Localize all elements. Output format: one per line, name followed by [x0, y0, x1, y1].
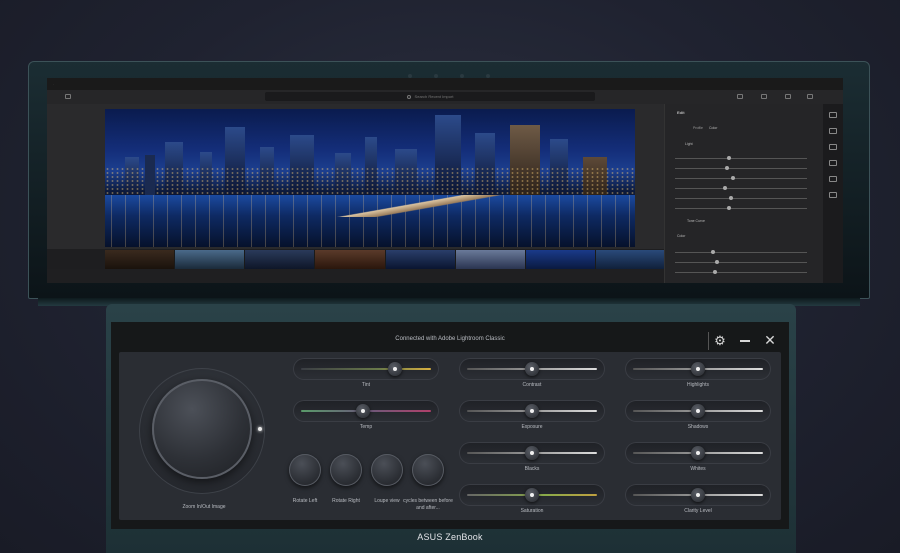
city-night-photo[interactable] — [105, 109, 635, 247]
exposure-slider-knob[interactable] — [525, 404, 539, 418]
status-bar — [47, 269, 664, 283]
edit-title: Edit — [677, 110, 685, 115]
exposure-slider[interactable] — [459, 400, 605, 422]
shadows-slider[interactable] — [625, 400, 771, 422]
filmstrip-thumb[interactable] — [385, 250, 455, 269]
before-after-button[interactable] — [412, 454, 444, 486]
crop-tool-icon[interactable] — [829, 128, 837, 134]
search-placeholder: Search Recent Import — [414, 94, 454, 99]
help-icon[interactable] — [807, 94, 813, 99]
gear-icon[interactable]: ⚙ — [713, 334, 727, 348]
saturation-slider-knob[interactable] — [525, 488, 539, 502]
tint-slider[interactable] — [293, 358, 439, 380]
panel-slider[interactable] — [675, 250, 807, 254]
color-section-header[interactable]: Color — [677, 234, 685, 238]
gradient-tool-icon[interactable] — [829, 176, 837, 182]
panel-slider[interactable] — [675, 260, 807, 264]
more-tools-icon[interactable] — [829, 192, 837, 198]
blacks-label: Blacks — [524, 466, 540, 472]
brush-tool-icon[interactable] — [829, 160, 837, 166]
panel-slider[interactable] — [675, 270, 807, 274]
filmstrip-thumb[interactable] — [455, 250, 525, 269]
temp-slider[interactable] — [293, 400, 439, 422]
profile-value[interactable]: Color — [709, 126, 717, 130]
loupe-view-button[interactable] — [371, 454, 403, 486]
panel-slider[interactable] — [675, 156, 807, 160]
contrast-slider-knob[interactable] — [525, 362, 539, 376]
saturation-label: Saturation — [520, 508, 544, 514]
shadows-slider-knob[interactable] — [691, 404, 705, 418]
saturation-slider[interactable] — [459, 484, 605, 506]
screenpad-control-panel: Connected with Adobe Lightroom Classic ⚙… — [111, 322, 789, 529]
whites-slider[interactable] — [625, 442, 771, 464]
contrast-slider[interactable] — [459, 358, 605, 380]
tool-rail — [823, 104, 843, 283]
clarity-slider[interactable] — [625, 484, 771, 506]
edit-panel: Edit Profile Color Light Tone Curve Colo… — [664, 104, 823, 283]
tint-slider-knob[interactable] — [387, 362, 402, 376]
close-button[interactable]: ✕ — [763, 333, 777, 347]
connection-title: Connected with Adobe Lightroom Classic — [395, 336, 505, 342]
menu-bar: · — [47, 78, 843, 90]
temp-label: Temp — [359, 424, 373, 430]
panel-slider[interactable] — [675, 196, 807, 200]
search-icon — [406, 94, 411, 99]
panel-toggle-icon[interactable] — [65, 94, 71, 99]
clarity-slider-knob[interactable] — [691, 488, 705, 502]
edit-tool-icon[interactable] — [829, 112, 837, 118]
blacks-slider[interactable] — [459, 442, 605, 464]
highlights-slider[interactable] — [625, 358, 771, 380]
header-divider — [708, 332, 709, 350]
brand-logo: ASUS ZenBook — [417, 532, 483, 542]
filmstrip — [105, 250, 665, 269]
cloud-icon[interactable] — [761, 94, 767, 99]
shadows-label: Shadows — [687, 424, 709, 430]
whites-slider-knob[interactable] — [691, 446, 705, 460]
whites-label: Whites — [690, 466, 706, 472]
control-panel-header: Connected with Adobe Lightroom Classic ⚙… — [111, 322, 789, 350]
share-icon[interactable] — [785, 94, 791, 99]
lightroom-toolbar: Search Recent Import — [47, 90, 843, 104]
zoom-dial[interactable] — [139, 368, 265, 494]
panel-slider[interactable] — [675, 176, 807, 180]
profile-label: Profile — [693, 126, 703, 130]
filmstrip-thumb[interactable] — [105, 250, 175, 269]
exposure-label: Exposure — [521, 424, 543, 430]
blacks-slider-knob[interactable] — [525, 446, 539, 460]
filmstrip-thumb[interactable] — [245, 250, 315, 269]
dial-indicator — [258, 427, 262, 431]
minimize-button[interactable] — [740, 340, 750, 342]
highlights-label: Highlights — [687, 382, 709, 388]
photo-viewer — [47, 104, 664, 249]
filmstrip-thumb[interactable] — [525, 250, 595, 269]
dial-knob[interactable] — [152, 379, 252, 479]
temp-slider-knob[interactable] — [356, 404, 371, 418]
panel-slider[interactable] — [675, 206, 807, 210]
filmstrip-thumb[interactable] — [175, 250, 245, 269]
panel-slider[interactable] — [675, 186, 807, 190]
clarity-label: Clarity Level — [684, 508, 712, 514]
menu-item[interactable]: · — [53, 82, 54, 86]
search-bar[interactable]: Search Recent Import — [265, 92, 595, 101]
rotate-left-button[interactable] — [289, 454, 321, 486]
control-panel-body: Zoom In/Out Image Rotate Left Rotate Rig… — [119, 352, 781, 520]
rotate-right-button[interactable] — [330, 454, 362, 486]
dial-label: Zoom In/Out Image — [182, 504, 226, 510]
tint-label: Tint — [361, 382, 371, 388]
contrast-label: Contrast — [522, 382, 542, 388]
before-after-label: cycles between before and after... — [403, 498, 453, 511]
panel-slider[interactable] — [675, 166, 807, 170]
undo-icon[interactable] — [737, 94, 743, 99]
filmstrip-thumb[interactable] — [315, 250, 385, 269]
lightroom-window: · Search Recent Import Edit Profile Colo… — [47, 78, 843, 283]
tone-curve-header[interactable]: Tone Curve — [687, 219, 705, 223]
heal-tool-icon[interactable] — [829, 144, 837, 150]
light-section-header[interactable]: Light — [685, 142, 693, 146]
highlights-slider-knob[interactable] — [691, 362, 705, 376]
filmstrip-thumb[interactable] — [595, 250, 665, 269]
